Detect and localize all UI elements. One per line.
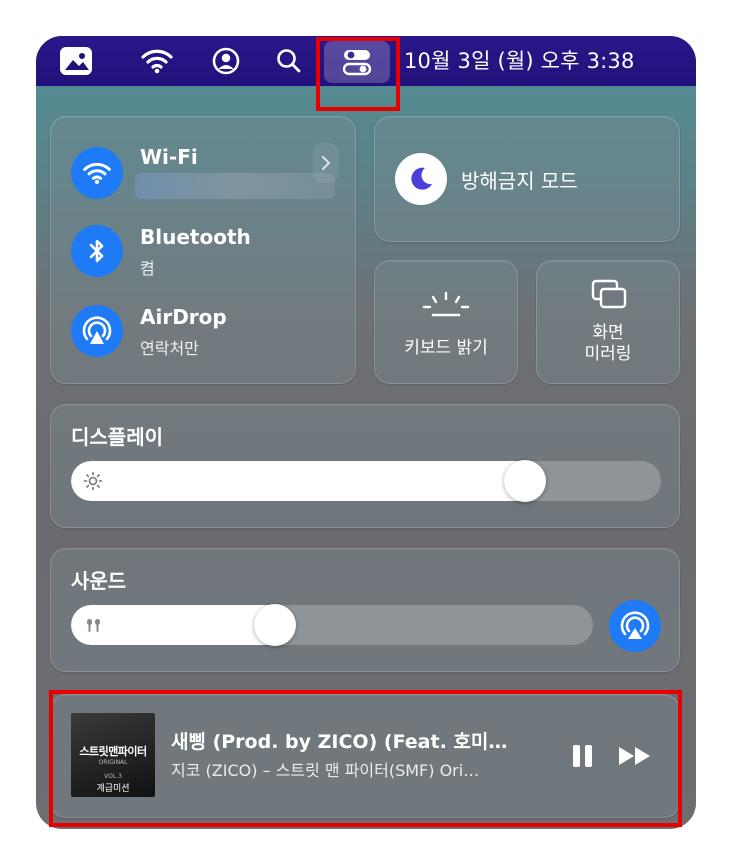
display-tile: 디스플레이 bbox=[50, 404, 680, 528]
bluetooth-label: Bluetooth bbox=[140, 225, 251, 249]
wifi-icon[interactable] bbox=[139, 46, 175, 76]
airdrop-label: AirDrop bbox=[140, 305, 227, 329]
brightness-slider-knob[interactable] bbox=[504, 460, 546, 502]
moon-icon bbox=[395, 153, 447, 205]
wifi-chevron-icon[interactable] bbox=[313, 143, 339, 183]
keyboard-brightness-label: 키보드 밝기 bbox=[404, 338, 488, 358]
airdrop-status: 연락처만 bbox=[140, 339, 199, 358]
volume-slider-knob[interactable] bbox=[254, 604, 296, 646]
airplay-audio-button[interactable] bbox=[609, 600, 661, 652]
screen-mirroring-icon bbox=[591, 279, 627, 315]
screen-mirroring-line2: 미러링 bbox=[584, 344, 632, 364]
connectivity-tile: Wi-Fi Bluetooth 켬 AirDrop 연락처만 bbox=[50, 116, 356, 384]
brightness-slider-fill bbox=[71, 461, 525, 501]
screen-mirroring-tile[interactable]: 화면 미러링 bbox=[536, 260, 680, 384]
user-icon[interactable] bbox=[210, 46, 242, 76]
screen-mirroring-line1: 화면 bbox=[592, 323, 624, 343]
wifi-toggle[interactable] bbox=[71, 147, 123, 199]
wifi-label: Wi-Fi bbox=[140, 145, 198, 169]
highlight-now-playing bbox=[49, 690, 682, 827]
wifi-network-name bbox=[135, 173, 335, 199]
sound-tile: 사운드 bbox=[50, 548, 680, 672]
highlight-control-center-button bbox=[316, 37, 400, 111]
airpods-icon bbox=[85, 617, 103, 639]
sun-icon bbox=[83, 471, 103, 495]
search-icon[interactable] bbox=[274, 46, 304, 76]
photos-icon[interactable] bbox=[58, 46, 94, 76]
bluetooth-status: 켬 bbox=[140, 259, 155, 278]
sound-title: 사운드 bbox=[71, 569, 127, 593]
bluetooth-toggle[interactable] bbox=[71, 225, 123, 277]
brightness-slider[interactable] bbox=[71, 461, 661, 501]
display-title: 디스플레이 bbox=[71, 425, 163, 449]
volume-slider[interactable] bbox=[71, 605, 593, 645]
screen-mirroring-label: 화면 미러링 bbox=[537, 323, 679, 365]
airplay-audio-icon bbox=[620, 611, 650, 639]
keyboard-brightness-tile[interactable]: 키보드 밝기 bbox=[374, 260, 518, 384]
focus-tile[interactable]: 방해금지 모드 bbox=[374, 116, 680, 242]
menubar-clock[interactable]: 10월 3일 (월) 오후 3:38 bbox=[404, 45, 635, 75]
focus-label: 방해금지 모드 bbox=[461, 169, 578, 193]
keyboard-brightness-icon bbox=[421, 291, 471, 323]
airdrop-toggle[interactable] bbox=[71, 305, 123, 357]
